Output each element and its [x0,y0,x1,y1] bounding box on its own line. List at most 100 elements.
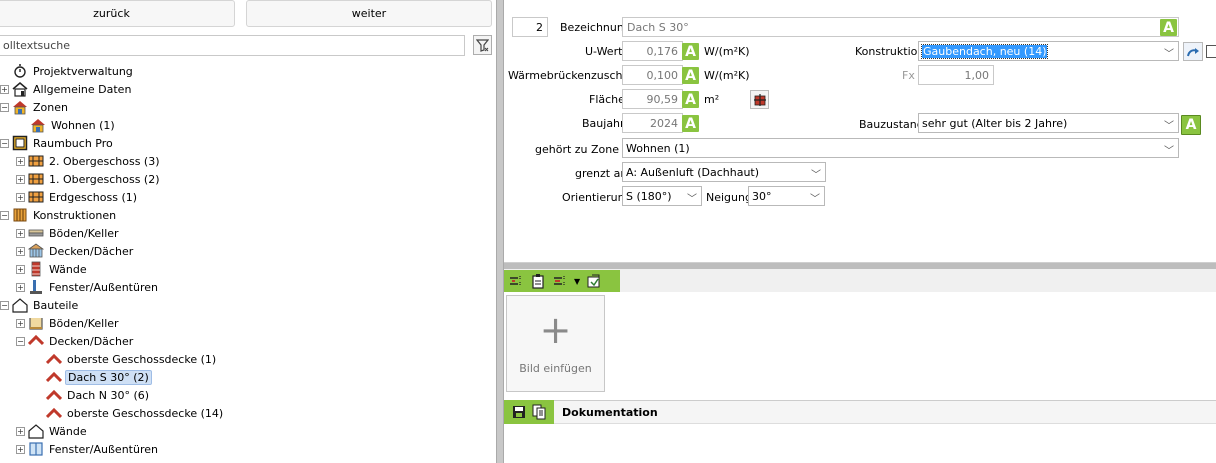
roof-icon [46,387,62,403]
tree-item-dach-s[interactable]: Dach S 30° (2) [46,368,152,386]
doc-toolbar [504,400,554,424]
tree-item-b-boeden[interactable]: + Böden/Keller [16,314,121,332]
image-panel: + Bild einfügen [504,292,1216,400]
expand-icon[interactable]: + [16,264,25,274]
baujahr-label: Baujahr [582,117,625,130]
clipboard-icon[interactable] [530,273,546,289]
collapse-icon[interactable]: − [0,210,9,220]
a-button-flaeche[interactable]: A [682,91,699,108]
dropdown-arrow-icon[interactable]: ▼ [574,277,580,286]
flaeche-field[interactable]: 90,59 [622,89,683,109]
search-input[interactable]: olltextsuche [0,35,465,56]
collapse-icon[interactable]: − [0,138,9,148]
a-button-uwert[interactable]: A [682,43,699,60]
roof-icon [46,351,62,367]
chevron-down-icon: ﹀ [810,194,820,205]
expand-icon[interactable]: + [16,282,25,292]
expand-icon[interactable]: + [16,318,25,328]
number-field[interactable]: 2 [512,17,548,37]
area-calc-button[interactable] [750,90,769,109]
neigung-value: 30° [752,189,772,203]
bauzustand-label: Bauzustand [859,118,924,131]
collapse-icon[interactable]: − [0,300,9,310]
bezeichnung-field[interactable]: Dach S 30° [622,17,1179,37]
a-button-wbz[interactable]: A [682,67,699,84]
documentation-body[interactable] [504,424,1216,463]
expand-icon[interactable]: + [16,444,25,454]
back-button[interactable]: zurück [0,0,235,27]
grenzt-select[interactable]: A: Außenluft (Dachhaut) ﹀ [622,162,826,182]
tree-item-og2[interactable]: + 2. Obergeschoss (3) [16,152,162,170]
construction-icon [12,207,28,223]
tree-item-allgemeine-daten[interactable]: + Allgemeine Daten [0,80,133,98]
baujahr-field[interactable]: 2024 [622,113,683,133]
expand-icon[interactable]: + [16,156,25,166]
floorplan-icon [12,135,28,151]
uwert-field[interactable]: 0,176 [622,41,683,61]
fx-field[interactable]: 1,00 [918,65,994,85]
expand-icon[interactable]: + [16,426,25,436]
expand-icon[interactable]: + [16,246,25,256]
expand-icon[interactable]: + [16,192,25,202]
collapse-icon[interactable]: − [0,102,9,112]
a-button-bauzustand[interactable]: A [1181,115,1201,135]
tree-item-konstruktionen[interactable]: − Konstruktionen [0,206,118,224]
flaeche-unit: m² [704,93,720,106]
export-icon[interactable] [586,273,602,289]
window-door-icon [28,279,44,295]
add-image-label: Bild einfügen [519,362,592,375]
filter-button[interactable] [473,35,492,55]
expand-icon[interactable]: + [16,174,25,184]
forward-button[interactable]: weiter [246,0,492,27]
tree-item-dach-n[interactable]: Dach N 30° (6) [46,386,151,404]
tree-item-k-waende[interactable]: + Wände [16,260,89,278]
konstruktion-jump-button[interactable] [1183,42,1203,61]
zone-select[interactable]: Wohnen (1) ﹀ [622,138,1179,158]
tree-item-eg[interactable]: + Erdgeschoss (1) [16,188,139,206]
a-button-baujahr[interactable]: A [682,115,699,132]
tree-item-projektverwaltung[interactable]: Projektverwaltung [12,62,135,80]
bauzustand-value: sehr gut (Alter bis 2 Jahre) [922,116,1068,130]
tree-item-k-boeden[interactable]: + Böden/Keller [16,224,121,242]
tree-item-b-waende[interactable]: + Wände [16,422,89,440]
tree-item-bauteile[interactable]: − Bauteile [0,296,80,314]
ceiling-layer-icon [28,243,44,259]
filter-icon [476,38,489,52]
collapse-icon[interactable]: − [16,336,25,346]
properties-form: 2 Bezeichnung Dach S 30° A U-Wert 0,176 … [504,0,1216,263]
stopwatch-icon [12,63,28,79]
horizontal-splitter[interactable] [504,263,1216,269]
documents-icon[interactable] [531,404,547,420]
tree-item-zonen[interactable]: − Zonen [0,98,70,116]
house-icon [12,81,28,97]
expand-icon[interactable]: + [0,84,9,94]
tree-item-ogd14[interactable]: oberste Geschossdecke (14) [46,404,225,422]
tree-item-k-fenster[interactable]: + Fenster/Außentüren [16,278,160,296]
konstruktion-select[interactable]: Gaubendach, neu (14) ﹀ [918,41,1179,61]
tree-item-wohnen[interactable]: Wohnen (1) [30,116,117,134]
tree-item-b-fenster[interactable]: + Fenster/Außentüren [16,440,160,458]
flaeche-label: Fläche [589,93,625,106]
add-image-button[interactable]: + Bild einfügen [506,295,605,392]
tree-item-raumbuch[interactable]: − Raumbuch Pro [0,134,115,152]
a-button-bezeichnung[interactable]: A [1160,19,1177,36]
orientierung-select[interactable]: S (180°) ﹀ [622,186,702,206]
tree-item-k-decken[interactable]: + Decken/Dächer [16,242,135,260]
wbz-field[interactable]: 0,100 [622,65,683,85]
add-layer-icon[interactable] [508,273,524,289]
neigung-select[interactable]: 30° ﹀ [748,186,825,206]
save-icon[interactable] [511,404,527,420]
tree-item-b-decken[interactable]: − Decken/Dächer [16,332,135,350]
tree-item-ogd1[interactable]: oberste Geschossdecke (1) [46,350,218,368]
bezeichnung-label: Bezeichnung [560,21,631,34]
tree-item-og1[interactable]: + 1. Obergeschoss (2) [16,170,162,188]
konstruktion-checkbox[interactable] [1206,45,1216,58]
vertical-splitter[interactable] [496,0,504,463]
outline-house-icon [12,297,28,313]
floor-layer-icon [28,225,44,241]
floor-icon [28,171,44,187]
bauzustand-select[interactable]: sehr gut (Alter bis 2 Jahre) ﹀ [918,113,1179,133]
expand-icon[interactable]: + [16,228,25,238]
remove-layer-icon[interactable] [552,273,568,289]
chevron-down-icon: ﹀ [1164,49,1174,60]
